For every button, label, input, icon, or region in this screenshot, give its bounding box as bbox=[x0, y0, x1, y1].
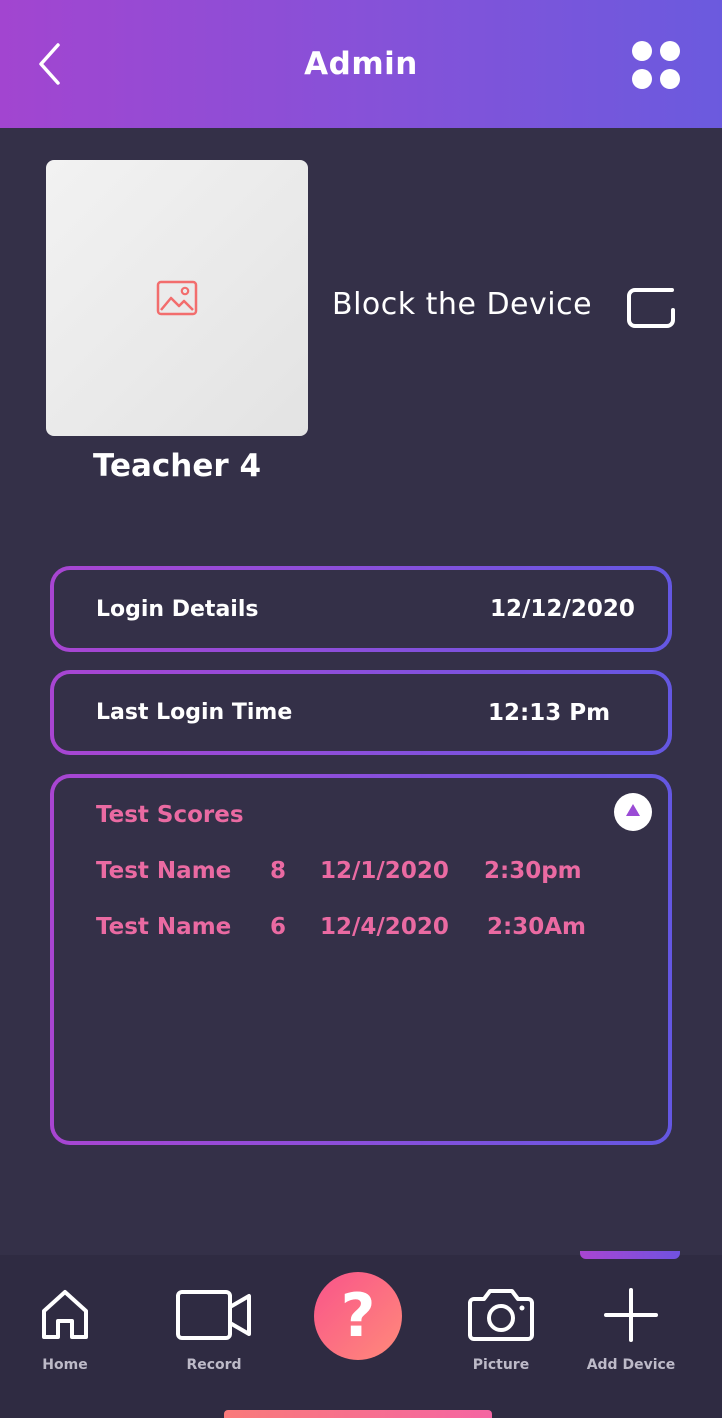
test-score: 8 bbox=[270, 858, 287, 884]
last-login-label: Last Login Time bbox=[96, 700, 293, 725]
nav-picture[interactable]: Picture bbox=[456, 1255, 546, 1385]
video-camera-icon bbox=[176, 1290, 251, 1340]
collapse-button[interactable] bbox=[614, 793, 652, 831]
help-button[interactable]: ? bbox=[314, 1272, 402, 1360]
test-time: 2:30Am bbox=[487, 914, 586, 940]
checkbox-icon bbox=[627, 288, 675, 328]
score-row: Test Name 6 12/4/2020 2:30Am bbox=[54, 914, 668, 950]
header-bar: Admin bbox=[0, 0, 722, 128]
test-name: Test Name bbox=[96, 914, 232, 940]
grid-dots-icon bbox=[632, 41, 652, 61]
profile-name: Teacher 4 bbox=[92, 448, 262, 484]
block-device-checkbox[interactable] bbox=[626, 287, 676, 329]
nav-home-label: Home bbox=[42, 1357, 88, 1373]
back-button[interactable] bbox=[30, 36, 74, 92]
bottom-nav: Home Record ? Picture Add Device bbox=[0, 1255, 722, 1418]
nav-add-device[interactable]: Add Device bbox=[584, 1255, 678, 1385]
last-login-value: 12:13 Pm bbox=[488, 699, 611, 726]
nav-record-label: Record bbox=[186, 1357, 242, 1373]
test-time: 2:30pm bbox=[484, 858, 582, 884]
admin-screen: Admin Teacher 4 Block the Device Login D… bbox=[0, 0, 722, 1418]
score-row: Test Name 8 12/1/2020 2:30pm bbox=[54, 858, 668, 894]
nav-record[interactable]: Record bbox=[166, 1255, 262, 1385]
login-details-label: Login Details bbox=[96, 596, 259, 622]
plus-icon bbox=[604, 1288, 658, 1342]
page-title: Admin bbox=[304, 46, 418, 82]
block-device-label: Block the Device bbox=[332, 287, 593, 322]
login-details-value: 12/12/2020 bbox=[490, 596, 635, 622]
home-indicator bbox=[224, 1410, 492, 1418]
active-tab-indicator bbox=[580, 1251, 680, 1259]
test-name: Test Name bbox=[96, 858, 232, 884]
home-icon bbox=[42, 1290, 88, 1339]
image-placeholder-icon bbox=[156, 280, 198, 316]
last-login-card: Last Login Time 12:13 Pm bbox=[50, 670, 672, 755]
camera-icon bbox=[468, 1289, 534, 1341]
login-details-card: Login Details 12/12/2020 bbox=[50, 566, 672, 652]
nav-picture-label: Picture bbox=[472, 1357, 530, 1373]
chevron-left-icon bbox=[39, 43, 60, 85]
test-date: 12/1/2020 bbox=[320, 858, 449, 884]
test-score: 6 bbox=[270, 914, 287, 940]
menu-button[interactable] bbox=[628, 38, 686, 92]
test-scores-card: Test Scores Test Name 8 12/1/2020 2:30pm… bbox=[50, 774, 672, 1145]
nav-add-device-label: Add Device bbox=[586, 1357, 676, 1373]
test-date: 12/4/2020 bbox=[320, 914, 449, 940]
nav-home[interactable]: Home bbox=[22, 1255, 108, 1385]
test-scores-title: Test Scores bbox=[96, 802, 244, 828]
help-icon: ? bbox=[340, 1281, 376, 1351]
avatar[interactable] bbox=[46, 160, 308, 436]
